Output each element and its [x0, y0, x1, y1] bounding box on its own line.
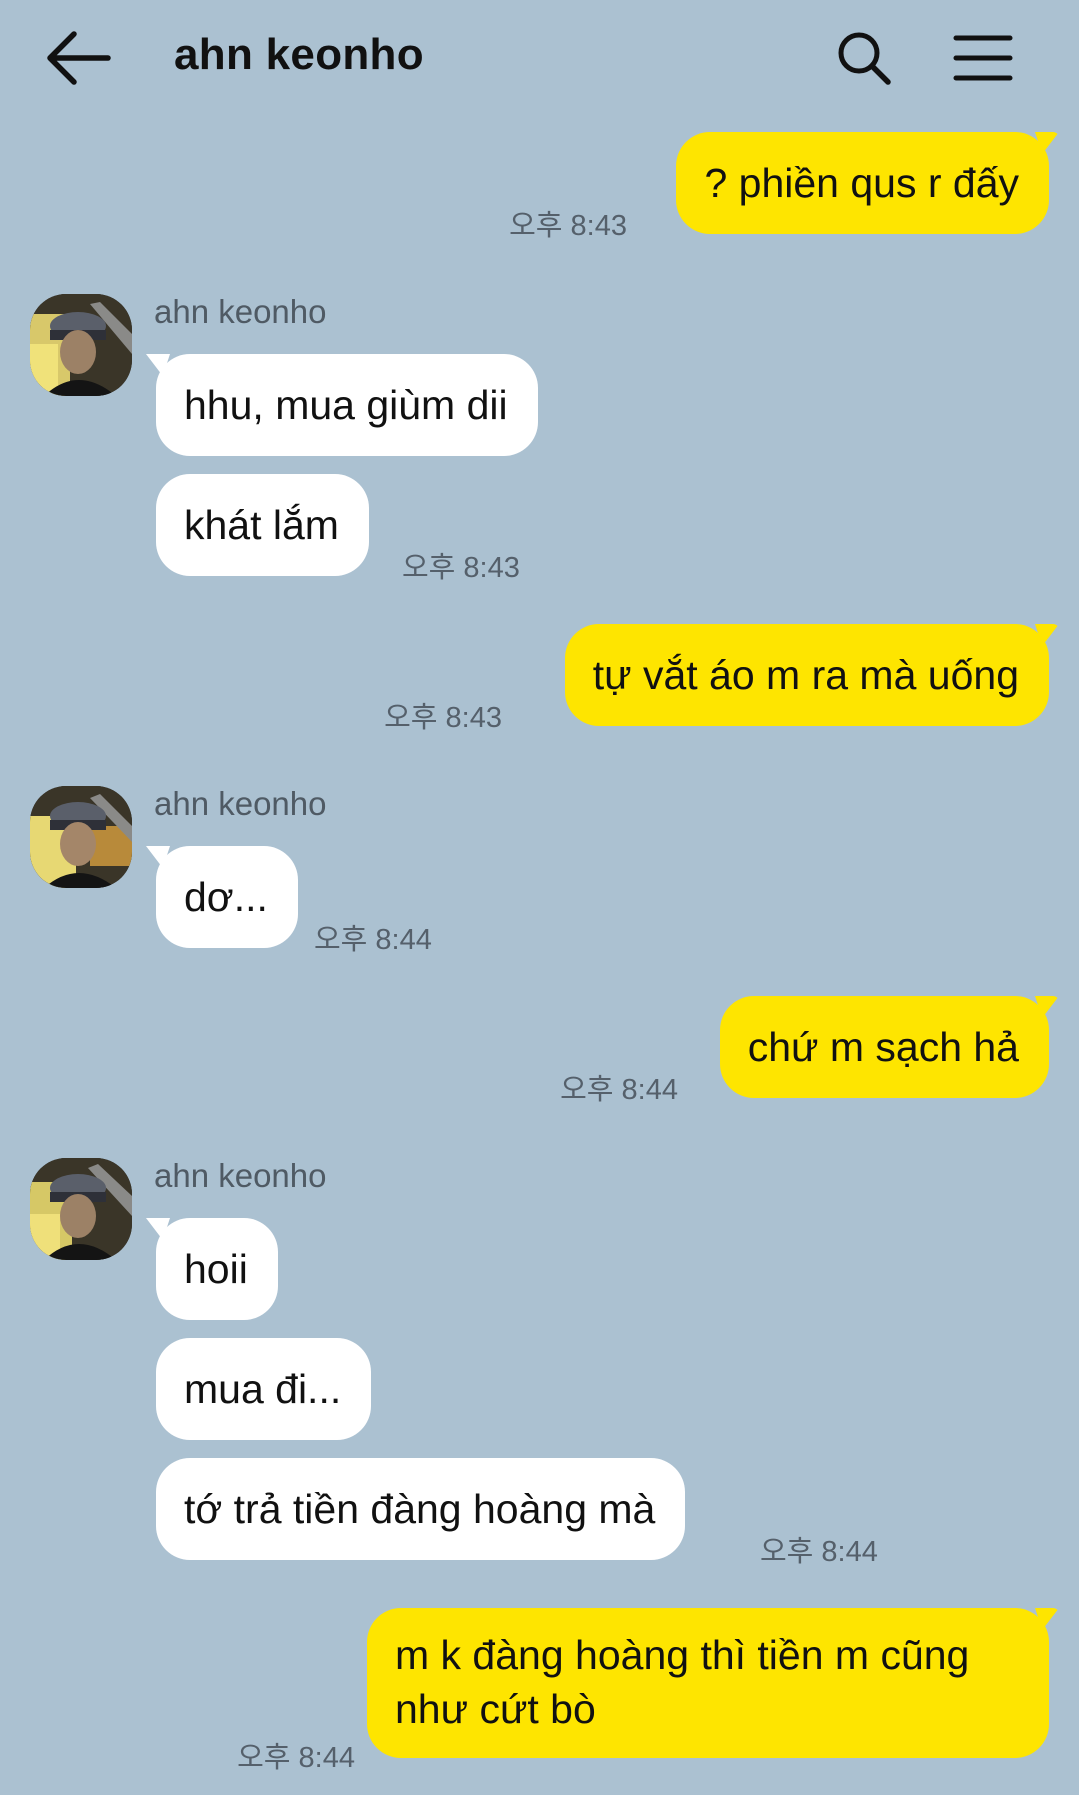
- sender-name: ahn keonho: [154, 1157, 327, 1194]
- sender-name: ahn keonho: [154, 785, 327, 822]
- message-time: 오후 8:44: [237, 1742, 355, 1774]
- outgoing-message[interactable]: ? phiền qus r đấy: [676, 132, 1049, 234]
- message-time: 오후 8:43: [402, 552, 520, 584]
- avatar[interactable]: [30, 786, 132, 888]
- message-time: 오후 8:44: [560, 1074, 678, 1106]
- message-time: 오후 8:44: [314, 924, 432, 956]
- back-button[interactable]: [44, 26, 116, 90]
- profile-photo-icon: [30, 786, 132, 888]
- incoming-message[interactable]: hoii: [156, 1218, 278, 1320]
- outgoing-message[interactable]: tự vắt áo m ra mà uống: [564, 624, 1049, 726]
- sender-name: ahn keonho: [154, 293, 327, 330]
- message-time: 오후 8:44: [760, 1536, 878, 1568]
- message-time: 오후 8:43: [384, 702, 502, 734]
- incoming-message[interactable]: tớ trả tiền đàng hoàng mà: [156, 1458, 686, 1560]
- search-icon: [838, 32, 891, 85]
- avatar[interactable]: [30, 1158, 132, 1260]
- avatar[interactable]: [30, 294, 132, 396]
- chat-title: ahn keonho: [174, 30, 424, 79]
- incoming-message[interactable]: khát lắm: [156, 474, 369, 576]
- incoming-message[interactable]: dơ...: [156, 846, 298, 948]
- chat-header: ahn keonho: [0, 0, 1079, 118]
- incoming-message[interactable]: hhu, mua giùm dii: [156, 354, 538, 456]
- profile-photo-icon: [30, 1158, 132, 1260]
- message-time: 오후 8:43: [509, 210, 627, 242]
- hamburger-menu-icon: [953, 35, 1013, 81]
- incoming-message[interactable]: mua đi...: [156, 1338, 372, 1440]
- profile-photo-icon: [30, 294, 132, 396]
- arrow-left-icon: [47, 31, 111, 85]
- menu-button[interactable]: [952, 30, 1014, 86]
- outgoing-message[interactable]: chứ m sạch hả: [719, 996, 1049, 1098]
- outgoing-message[interactable]: m k đàng hoàng thì tiền m cũng như cứt b…: [367, 1608, 1049, 1758]
- search-button[interactable]: [836, 30, 892, 86]
